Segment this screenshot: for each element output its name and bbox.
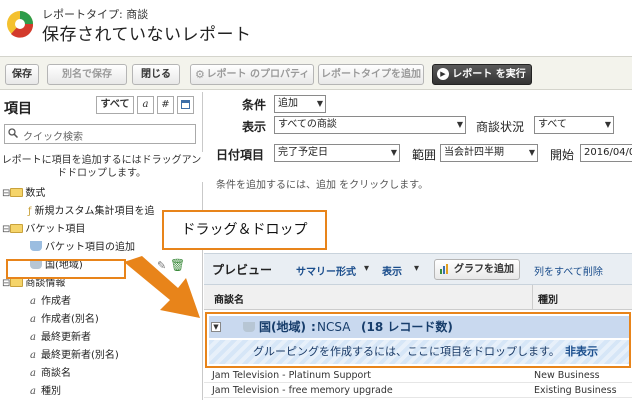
text-field-icon: a bbox=[30, 314, 36, 325]
drag-drop-hint: レポートに項目を追加するにはドラッグアンドドロップします。 bbox=[0, 152, 203, 182]
drop-hint-row: グルーピングを作成するには、ここに項目をドロップします。 非表示 bbox=[209, 340, 629, 364]
filter-tab-date[interactable] bbox=[177, 96, 194, 114]
range-dropdown[interactable]: 当会計四半期 bbox=[440, 144, 538, 162]
start-date-input[interactable]: 2016/04/0 bbox=[580, 144, 632, 162]
search-placeholder: クイック検索 bbox=[23, 132, 83, 143]
report-properties-button[interactable]: ⚙ レポート のプロパティ bbox=[190, 64, 314, 85]
filter-tab-number[interactable]: # bbox=[157, 96, 174, 114]
group-value: NCSA bbox=[317, 320, 351, 334]
page-header: レポートタイプ: 商談 保存されていないレポート bbox=[0, 0, 632, 52]
grouping-drop-hint: グルーピングを作成するには、ここに項目をドロップします。 bbox=[253, 345, 560, 358]
drag-arrow bbox=[124, 256, 200, 318]
status-label: 商談状況 bbox=[476, 120, 525, 134]
remove-all-columns-link[interactable]: 列をすべて削除 bbox=[534, 263, 603, 278]
folder-icon bbox=[10, 188, 24, 197]
table-row: Jam Television - Platinum Support New Bu… bbox=[204, 368, 632, 383]
tree-folder-buckets[interactable]: ⊟ バケット項目 bbox=[2, 222, 85, 238]
hide-link[interactable]: 非表示 bbox=[565, 340, 598, 364]
show-dropdown[interactable]: 表示 bbox=[382, 263, 402, 278]
date-field-label: 日付項目 bbox=[216, 148, 265, 162]
preview-label: プレビュー bbox=[212, 263, 273, 277]
group-row: ▼ 国(地域) : NCSA (18 レコード数) bbox=[209, 316, 629, 338]
text-field-icon: a bbox=[30, 386, 36, 397]
group-record-count: (18 レコード数) bbox=[361, 320, 453, 334]
tree-item-field[interactable]: a 作成者 bbox=[30, 294, 71, 310]
column-header[interactable]: 種別 bbox=[538, 291, 558, 306]
table-row: Jam Television - free memory upgrade Exi… bbox=[204, 383, 632, 398]
tree-item-field[interactable]: a 種別 bbox=[30, 384, 61, 400]
display-dropdown[interactable]: すべての商談 bbox=[274, 116, 466, 134]
search-icon bbox=[8, 128, 18, 138]
toolbar: 保存 別名で保存 閉じる ⚙ レポート のプロパティ レポートタイプを追加 ▶ … bbox=[0, 56, 632, 90]
formula-icon: ƒ bbox=[28, 206, 32, 217]
folder-icon bbox=[10, 224, 24, 233]
filter-tab-text[interactable]: a bbox=[137, 96, 154, 114]
save-button[interactable]: 保存 bbox=[5, 64, 39, 85]
tree-item-field[interactable]: a 作成者(別名) bbox=[30, 312, 99, 328]
tree-item-field[interactable]: a 最終更新者(別名) bbox=[30, 348, 119, 364]
display-label: 表示 bbox=[242, 120, 267, 134]
text-field-icon: a bbox=[30, 296, 36, 307]
caret-icon: ▾ bbox=[414, 263, 420, 274]
tree-folder-formulas[interactable]: ⊟ 数式 bbox=[2, 186, 45, 202]
text-field-icon: a bbox=[30, 350, 36, 361]
page-title: 保存されていないレポート bbox=[42, 25, 252, 45]
bucket-add-icon bbox=[30, 241, 42, 251]
report-logo-icon bbox=[7, 11, 34, 38]
add-chart-button[interactable]: グラフを追加 bbox=[434, 259, 520, 280]
fields-heading: 項目 bbox=[4, 101, 32, 117]
date-field-dropdown[interactable]: 完了予定日 bbox=[274, 144, 400, 162]
play-icon: ▶ bbox=[437, 68, 449, 80]
dragged-item-highlight bbox=[6, 259, 126, 279]
text-field-icon: a bbox=[30, 368, 36, 379]
tree-item-new-formula[interactable]: ƒ 新規カスタム集計項目を追 bbox=[28, 204, 155, 220]
report-properties-label: レポート のプロパティ bbox=[206, 69, 310, 80]
collapse-icon[interactable]: ▼ bbox=[211, 322, 221, 332]
column-divider bbox=[532, 285, 533, 310]
range-label: 範囲 bbox=[412, 148, 437, 162]
gear-icon: ⚙ bbox=[195, 68, 205, 81]
conditions-label: 条件 bbox=[242, 98, 267, 112]
bar-chart-icon bbox=[440, 264, 450, 274]
grouping-drop-zone[interactable]: ▼ 国(地域) : NCSA (18 レコード数) グルーピングを作成するには、… bbox=[205, 312, 631, 368]
save-as-button[interactable]: 別名で保存 bbox=[47, 64, 127, 85]
add-condition-dropdown[interactable]: 追加 bbox=[274, 95, 326, 113]
bucket-icon bbox=[243, 322, 255, 332]
group-field-label: 国(地域) bbox=[259, 320, 306, 334]
run-report-label: レポート を実行 bbox=[452, 69, 526, 80]
column-header[interactable]: 商談名 bbox=[214, 291, 244, 306]
add-report-type-button[interactable]: レポートタイプを追加 bbox=[318, 64, 424, 85]
text-field-icon: a bbox=[30, 332, 36, 343]
conditions-hint: 条件を追加するには、追加 をクリックします。 bbox=[216, 180, 429, 191]
summary-format-dropdown[interactable]: サマリー形式 bbox=[296, 263, 356, 278]
quick-search-input[interactable]: クイック検索 bbox=[4, 124, 196, 144]
filter-tab-all[interactable]: すべて bbox=[96, 96, 134, 114]
folder-icon bbox=[10, 278, 24, 287]
tree-item-field[interactable]: a 最終更新者 bbox=[30, 330, 91, 346]
run-report-button[interactable]: ▶ レポート を実行 bbox=[432, 64, 532, 85]
start-label: 開始 bbox=[550, 148, 575, 162]
tree-item-field[interactable]: a 商談名 bbox=[30, 366, 71, 382]
close-button[interactable]: 閉じる bbox=[132, 64, 180, 85]
drag-drop-callout: ドラッグ＆ドロップ bbox=[162, 210, 327, 250]
preview-bar: プレビュー サマリー形式 ▾ 表示 ▾ グラフを追加 列をすべて削除 bbox=[204, 253, 632, 285]
calendar-icon bbox=[181, 100, 190, 109]
app-window: { "header":{"subtitle":"レポートタイプ: 商談","ti… bbox=[0, 0, 632, 400]
add-chart-label: グラフを追加 bbox=[454, 264, 514, 275]
status-dropdown[interactable]: すべて bbox=[534, 116, 614, 134]
caret-icon: ▾ bbox=[364, 263, 370, 274]
table-header: 商談名 種別 bbox=[204, 285, 632, 310]
